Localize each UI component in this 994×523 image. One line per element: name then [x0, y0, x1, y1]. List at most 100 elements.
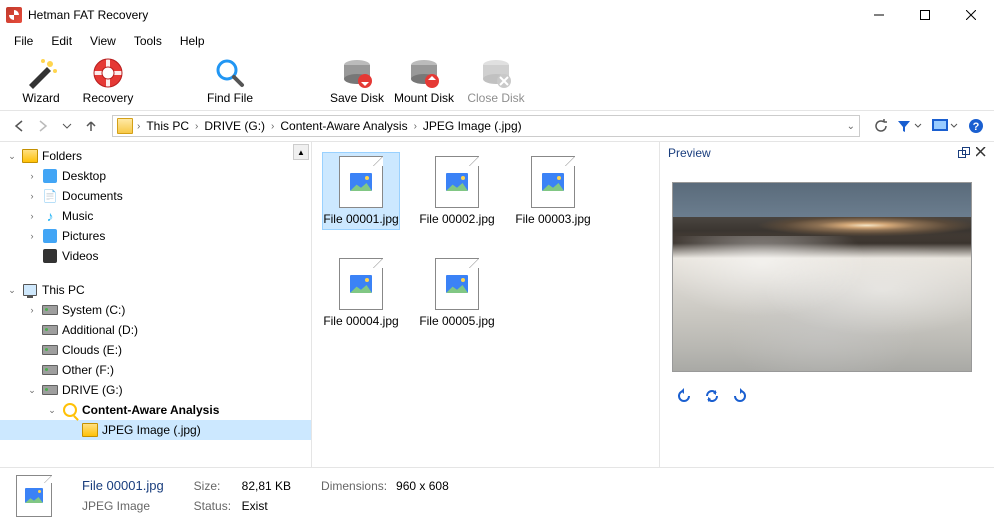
dim-label: Dimensions: [321, 479, 396, 493]
size-value: 82,81 KB [242, 479, 291, 493]
sidebar: ▲ ⌄Folders ›Desktop ›📄Documents ›♪Music … [0, 142, 312, 467]
funnel-icon [896, 118, 912, 134]
file-thumb-icon [435, 258, 479, 310]
filter-button[interactable] [896, 118, 922, 134]
close-icon [976, 147, 986, 157]
preview-popout-button[interactable] [958, 147, 970, 159]
rotate-left-button[interactable] [676, 388, 692, 404]
refresh-button[interactable] [872, 117, 890, 135]
minimize-button[interactable] [856, 0, 902, 30]
scroll-up-button[interactable]: ▲ [293, 144, 309, 160]
music-icon: ♪ [42, 208, 58, 224]
tree-documents[interactable]: ›📄Documents [0, 186, 311, 206]
file-thumb-icon [531, 156, 575, 208]
forward-button[interactable] [34, 117, 52, 135]
app-icon [6, 7, 22, 23]
history-dropdown[interactable] [58, 117, 76, 135]
toolbar: Wizard Recovery Find File Save Disk Moun… [0, 52, 994, 110]
rotate-left-icon [676, 388, 692, 404]
tree-drive-c[interactable]: ›System (C:) [0, 300, 311, 320]
mountdisk-button[interactable]: Mount Disk [388, 57, 460, 105]
preview-close-button[interactable] [976, 147, 986, 159]
preview-panel: Preview [659, 142, 994, 467]
tree-pictures[interactable]: ›Pictures [0, 226, 311, 246]
folder-icon [117, 118, 133, 134]
file-thumb-icon [435, 156, 479, 208]
refresh-icon [704, 388, 720, 404]
menubar: File Edit View Tools Help [0, 30, 994, 52]
closedisk-button: Close Disk [460, 57, 532, 105]
path-box[interactable]: › This PC › DRIVE (G:) › Content-Aware A… [112, 115, 860, 137]
up-button[interactable] [82, 117, 100, 135]
menu-help[interactable]: Help [172, 32, 213, 50]
tree-folders-root[interactable]: ⌄Folders [0, 146, 311, 166]
status-filename: File 00001.jpg [82, 478, 164, 493]
tree-drive-e[interactable]: Clouds (E:) [0, 340, 311, 360]
file-item[interactable]: File 00003.jpg [514, 152, 592, 230]
tree-thispc-root[interactable]: ⌄This PC [0, 280, 311, 300]
status-thumb-icon [16, 475, 52, 517]
window-title: Hetman FAT Recovery [28, 8, 148, 22]
preview-image [672, 182, 972, 372]
file-thumb-icon [339, 156, 383, 208]
file-thumb-icon [339, 258, 383, 310]
popout-icon [958, 147, 970, 159]
main-area: ▲ ⌄Folders ›Desktop ›📄Documents ›♪Music … [0, 142, 994, 467]
help-button[interactable]: ? [968, 118, 984, 134]
mount-disk-icon [408, 57, 440, 89]
tree-drive-d[interactable]: Additional (D:) [0, 320, 311, 340]
thispc-icon [23, 284, 37, 296]
addressbar: › This PC › DRIVE (G:) › Content-Aware A… [0, 110, 994, 142]
wizard-button[interactable]: Wizard [10, 57, 72, 105]
tree-music[interactable]: ›♪Music [0, 206, 311, 226]
lifebuoy-icon [92, 57, 124, 89]
file-item[interactable]: File 00005.jpg [418, 254, 496, 332]
menu-tools[interactable]: Tools [126, 32, 170, 50]
file-item[interactable]: File 00001.jpg [322, 152, 400, 230]
thumbnails-icon [932, 119, 948, 133]
crumb-analysis[interactable]: Content-Aware Analysis [276, 119, 411, 133]
path-dropdown[interactable]: ⌄ [847, 121, 855, 132]
tree-drive-f[interactable]: Other (F:) [0, 360, 311, 380]
tree-desktop[interactable]: ›Desktop [0, 166, 311, 186]
recovery-button[interactable]: Recovery [72, 57, 144, 105]
magnifier-icon [63, 403, 77, 417]
preview-title: Preview [668, 146, 711, 160]
file-item[interactable]: File 00004.jpg [322, 254, 400, 332]
savedisk-button[interactable]: Save Disk [326, 57, 388, 105]
tree-analysis[interactable]: ⌄Content-Aware Analysis [0, 400, 311, 420]
search-icon [214, 57, 246, 89]
file-item[interactable]: File 00002.jpg [418, 152, 496, 230]
close-disk-icon [480, 57, 512, 89]
size-label: Size: [194, 479, 242, 493]
refresh-preview-button[interactable] [704, 388, 720, 404]
menu-edit[interactable]: Edit [43, 32, 80, 50]
status-label: Status: [194, 499, 242, 513]
tree-videos[interactable]: Videos [0, 246, 311, 266]
view-button[interactable] [932, 119, 958, 133]
back-button[interactable] [10, 117, 28, 135]
status-filetype: JPEG Image [82, 499, 164, 513]
crumb-thispc[interactable]: This PC [142, 119, 193, 133]
titlebar: Hetman FAT Recovery [0, 0, 994, 30]
crumb-type[interactable]: JPEG Image (.jpg) [419, 119, 526, 133]
menu-view[interactable]: View [82, 32, 124, 50]
maximize-button[interactable] [902, 0, 948, 30]
file-list: File 00001.jpg File 00002.jpg File 00003… [312, 142, 659, 467]
statusbar: File 00001.jpg JPEG Image Size:82,81 KB … [0, 467, 994, 523]
close-button[interactable] [948, 0, 994, 30]
save-disk-icon [341, 57, 373, 89]
menu-file[interactable]: File [6, 32, 41, 50]
crumb-drive[interactable]: DRIVE (G:) [200, 119, 269, 133]
svg-text:?: ? [973, 121, 980, 133]
tree-drive-g[interactable]: ⌄DRIVE (G:) [0, 380, 311, 400]
documents-icon: 📄 [42, 188, 58, 204]
findfile-button[interactable]: Find File [194, 57, 266, 105]
tree-jpeg-type[interactable]: JPEG Image (.jpg) [0, 420, 311, 440]
help-icon: ? [968, 118, 984, 134]
status-value: Exist [242, 499, 268, 513]
rotate-right-button[interactable] [732, 388, 748, 404]
wand-icon [25, 57, 57, 89]
dim-value: 960 x 608 [396, 479, 449, 493]
rotate-right-icon [732, 388, 748, 404]
